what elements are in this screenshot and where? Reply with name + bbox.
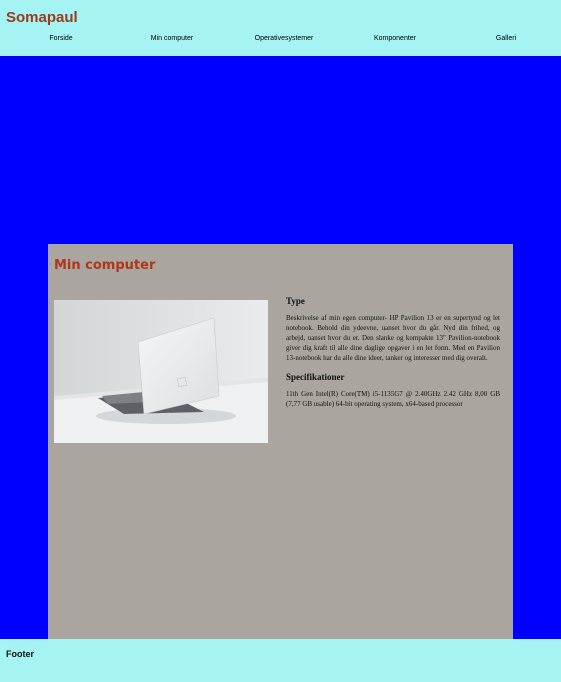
page-title: Min computer xyxy=(54,258,156,273)
description-column: Type Beskrivelse af min egen computer- H… xyxy=(286,296,500,418)
nav-link-komponenter[interactable]: Komponenter xyxy=(374,35,416,42)
type-heading: Type xyxy=(286,296,305,306)
nav-link-forside[interactable]: Forside xyxy=(49,35,72,42)
site-title: Somapaul xyxy=(6,9,78,26)
footer-text: Footer xyxy=(6,649,34,659)
nav-link-min-computer[interactable]: Min computer xyxy=(151,35,193,42)
main-nav: Forside Min computer Operativesystemer K… xyxy=(0,35,561,47)
site-footer: Footer xyxy=(0,639,561,682)
content-panel: Min computer Type Beskrivelse af min ege… xyxy=(48,244,513,639)
laptop-photo xyxy=(54,300,268,443)
spec-heading: Specifikationer xyxy=(286,372,345,382)
nav-link-operativesystemer[interactable]: Operativesystemer xyxy=(255,35,314,42)
site-header: Somapaul Forside Min computer Operatives… xyxy=(0,0,561,56)
type-description: Beskrivelse af min egen computer- HP Pav… xyxy=(286,314,500,362)
spec-description: 11th Gen Intel(R) Core(TM) i5-1135G7 @ 2… xyxy=(286,390,500,408)
nav-link-galleri[interactable]: Galleri xyxy=(496,35,516,42)
